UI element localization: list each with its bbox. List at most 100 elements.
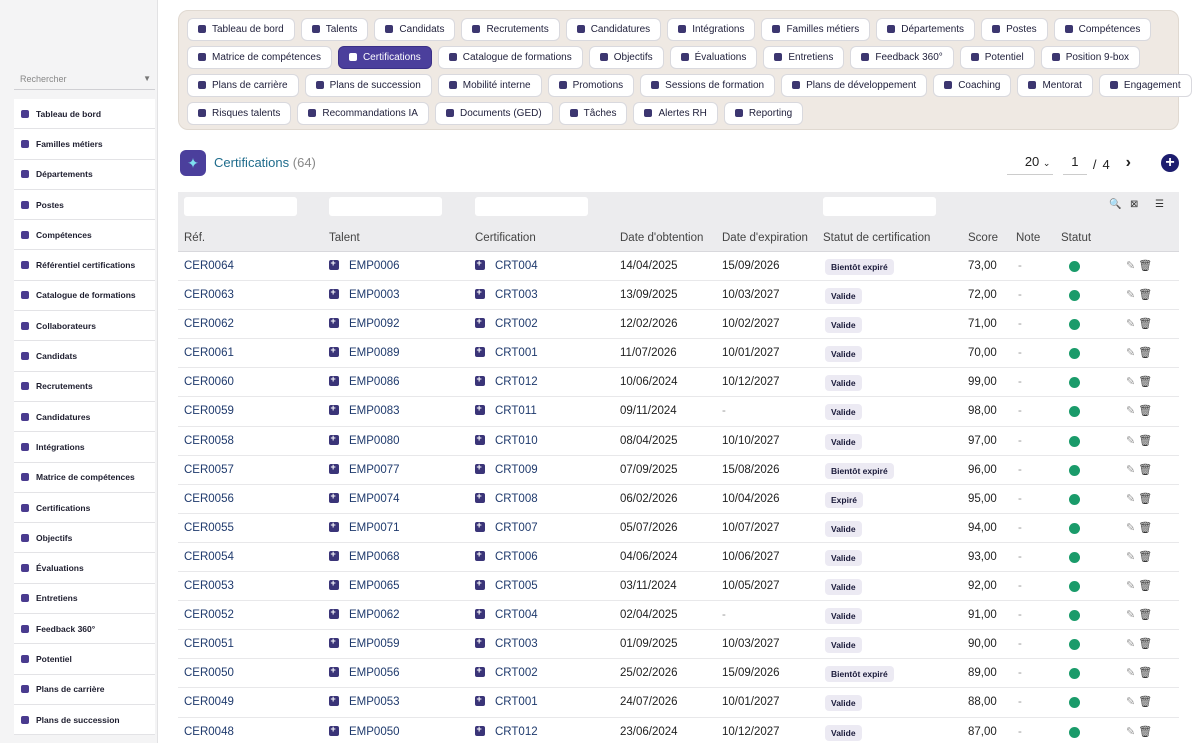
column-header[interactable]: Score xyxy=(968,232,998,244)
edit-icon[interactable]: ✎ xyxy=(1126,667,1135,679)
sidebar-item[interactable]: Entretiens xyxy=(14,583,155,615)
trash-icon[interactable]: 🗑 xyxy=(1138,435,1152,447)
edit-icon[interactable]: ✎ xyxy=(1126,726,1135,738)
module-chip[interactable]: Postes xyxy=(981,17,1048,41)
search-input[interactable]: Rechercher ▼ xyxy=(14,68,155,90)
talent-link[interactable]: EMP0050 xyxy=(329,724,400,738)
chevron-down-icon[interactable]: ▼ xyxy=(143,74,151,83)
certification-link[interactable]: CRT004 xyxy=(475,258,538,272)
ref-link[interactable]: CER0053 xyxy=(184,580,234,592)
module-chip[interactable]: Engagement xyxy=(1098,73,1192,97)
certification-link[interactable]: CRT003 xyxy=(475,636,538,650)
expand-icon[interactable] xyxy=(475,316,485,329)
talent-link[interactable]: EMP0006 xyxy=(329,258,400,272)
expand-icon[interactable] xyxy=(329,578,339,591)
module-chip[interactable]: Reporting xyxy=(723,101,804,125)
expand-icon[interactable] xyxy=(329,433,339,445)
sidebar-item[interactable]: Postes xyxy=(14,189,155,221)
module-chip[interactable]: Sessions de formation xyxy=(640,73,776,97)
talent-link[interactable]: EMP0065 xyxy=(329,578,400,592)
module-chip[interactable]: Position 9-box xyxy=(1040,45,1141,69)
column-header[interactable]: Statut de certification xyxy=(823,232,930,244)
expand-icon[interactable] xyxy=(329,403,339,416)
ref-link[interactable]: CER0051 xyxy=(184,638,234,650)
table-row[interactable]: CER0063 EMP0003 CRT003 13/09/2025 10/03/2027… xyxy=(178,281,1179,311)
trash-icon[interactable]: 🗑 xyxy=(1138,289,1152,301)
table-row[interactable]: CER0060 EMP0086 CRT012 10/06/2024 10/12/2027… xyxy=(178,368,1179,398)
expand-icon[interactable] xyxy=(329,694,339,707)
module-chip[interactable]: Tâches xyxy=(558,101,628,125)
trash-icon[interactable]: 🗑 xyxy=(1138,551,1152,563)
certification-link[interactable]: CRT008 xyxy=(475,491,538,505)
search-icon[interactable]: 🔍 xyxy=(1109,199,1121,210)
edit-icon[interactable]: ✎ xyxy=(1126,405,1135,417)
module-chip[interactable]: Candidats xyxy=(374,17,456,41)
certification-link[interactable]: CRT009 xyxy=(475,462,538,476)
sidebar-item[interactable]: Tableau de bord xyxy=(14,99,155,130)
edit-icon[interactable]: ✎ xyxy=(1126,347,1135,359)
filter-ref-input[interactable] xyxy=(184,197,297,216)
column-header[interactable]: Date d'expiration xyxy=(722,232,808,244)
module-chip[interactable]: Mobilité interne xyxy=(437,73,542,97)
edit-icon[interactable]: ✎ xyxy=(1126,318,1135,330)
sidebar-item[interactable]: Départements xyxy=(14,159,155,190)
module-chip[interactable]: Documents (GED) xyxy=(434,101,553,125)
module-chip[interactable]: Risques talents xyxy=(187,101,292,125)
table-row[interactable]: CER0052 EMP0062 CRT004 02/04/2025 - Valide 91,… xyxy=(178,601,1179,631)
trash-icon[interactable]: 🗑 xyxy=(1138,696,1152,708)
table-row[interactable]: CER0048 EMP0050 CRT012 23/06/2024 10/12/2027… xyxy=(178,718,1179,743)
expand-icon[interactable] xyxy=(475,287,485,300)
module-chip[interactable]: Alertes RH xyxy=(633,101,718,125)
expand-icon[interactable] xyxy=(329,374,339,387)
module-chip[interactable]: Potentiel xyxy=(959,45,1035,69)
module-chip[interactable]: Plans de succession xyxy=(304,73,432,97)
talent-link[interactable]: EMP0074 xyxy=(329,491,400,505)
next-page-button[interactable]: › xyxy=(1126,154,1131,172)
expand-icon[interactable] xyxy=(329,316,339,329)
table-row[interactable]: CER0058 EMP0080 CRT010 08/04/2025 10/10/2027… xyxy=(178,427,1179,456)
certification-link[interactable]: CRT011 xyxy=(475,403,537,417)
talent-link[interactable]: EMP0092 xyxy=(329,316,400,330)
module-chip[interactable]: Candidatures xyxy=(565,17,662,41)
ref-link[interactable]: CER0058 xyxy=(184,435,234,447)
expand-icon[interactable] xyxy=(475,433,485,445)
module-chip[interactable]: Matrice de compétences xyxy=(187,45,332,69)
ref-link[interactable]: CER0060 xyxy=(184,376,234,388)
column-list-icon[interactable]: ☰ xyxy=(1155,199,1164,210)
sidebar-item[interactable]: Familles métiers xyxy=(14,129,155,160)
module-chip[interactable]: Entretiens xyxy=(763,45,845,69)
ref-link[interactable]: CER0057 xyxy=(184,464,234,476)
talent-link[interactable]: EMP0080 xyxy=(329,433,400,447)
certification-link[interactable]: CRT004 xyxy=(475,607,538,621)
ref-link[interactable]: CER0056 xyxy=(184,493,234,505)
talent-link[interactable]: EMP0086 xyxy=(329,374,400,388)
expand-icon[interactable] xyxy=(475,549,485,561)
certification-link[interactable]: CRT007 xyxy=(475,520,538,534)
ref-link[interactable]: CER0063 xyxy=(184,289,234,301)
sidebar-item[interactable]: Plans de carrière xyxy=(14,674,155,705)
add-record-button[interactable]: + xyxy=(1161,154,1179,172)
talent-link[interactable]: EMP0059 xyxy=(329,636,400,650)
module-chip[interactable]: Feedback 360° xyxy=(850,45,954,69)
table-row[interactable]: CER0056 EMP0074 CRT008 06/02/2026 10/04/2026… xyxy=(178,485,1179,514)
trash-icon[interactable]: 🗑 xyxy=(1138,376,1152,388)
ref-link[interactable]: CER0052 xyxy=(184,609,234,621)
ref-link[interactable]: CER0059 xyxy=(184,405,234,417)
edit-icon[interactable]: ✎ xyxy=(1126,493,1135,505)
trash-icon[interactable]: 🗑 xyxy=(1138,405,1152,417)
expand-icon[interactable] xyxy=(475,665,485,678)
talent-link[interactable]: EMP0053 xyxy=(329,694,400,708)
talent-link[interactable]: EMP0077 xyxy=(329,462,400,476)
page-number-input[interactable]: 1 xyxy=(1062,151,1087,175)
talent-link[interactable]: EMP0062 xyxy=(329,607,400,621)
ref-link[interactable]: CER0062 xyxy=(184,318,234,330)
certification-link[interactable]: CRT001 xyxy=(475,345,538,359)
module-chip[interactable]: Tableau de bord xyxy=(187,17,295,41)
filter-certification-input[interactable] xyxy=(475,197,588,216)
talent-link[interactable]: EMP0071 xyxy=(329,520,400,534)
module-chip[interactable]: Recommandations IA xyxy=(297,101,429,125)
certification-link[interactable]: CRT001 xyxy=(475,694,538,708)
sidebar-item[interactable]: Intégrations xyxy=(14,432,155,463)
table-row[interactable]: CER0059 EMP0083 CRT011 09/11/2024 - Valide 98,… xyxy=(178,397,1179,427)
expand-icon[interactable] xyxy=(475,724,485,736)
